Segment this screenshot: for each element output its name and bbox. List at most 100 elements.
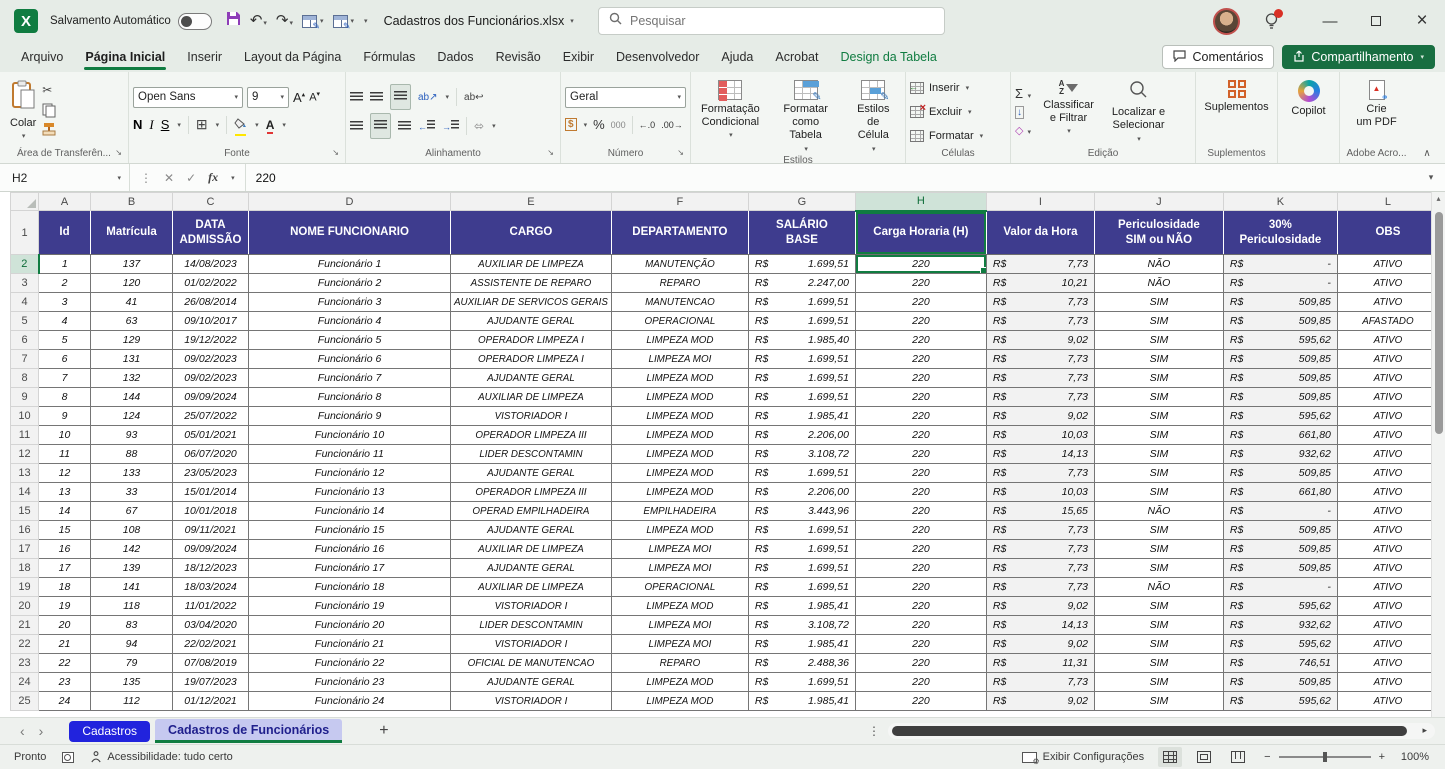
column-header-D[interactable]: D bbox=[249, 193, 451, 211]
cell-I13[interactable]: R$7,73 bbox=[986, 464, 1094, 483]
cell-I4[interactable]: R$7,73 bbox=[986, 293, 1094, 312]
cell-H22[interactable]: 220 bbox=[855, 635, 986, 654]
cell-F4[interactable]: MANUTENCAO bbox=[611, 293, 748, 312]
cell-H20[interactable]: 220 bbox=[855, 597, 986, 616]
row-header-2[interactable]: 2 bbox=[11, 255, 39, 274]
cell-L5[interactable]: AFASTADO bbox=[1337, 312, 1438, 331]
cell-J9[interactable]: SIM bbox=[1094, 388, 1223, 407]
cell-K10[interactable]: R$595,62 bbox=[1223, 407, 1337, 426]
insert-function-button[interactable]: fx bbox=[208, 170, 218, 185]
font-dialog-launcher[interactable]: ↘ bbox=[332, 146, 339, 160]
cell-G17[interactable]: R$1.699,51 bbox=[748, 540, 855, 559]
column-header-C[interactable]: C bbox=[173, 193, 249, 211]
cell-B4[interactable]: 41 bbox=[91, 293, 173, 312]
cell-A4[interactable]: 3 bbox=[39, 293, 91, 312]
cell-E2[interactable]: AUXILIAR DE LIMPEZA bbox=[451, 255, 612, 274]
cell-F5[interactable]: OPERACIONAL bbox=[611, 312, 748, 331]
expand-formula-bar-button[interactable]: ▾ bbox=[1417, 164, 1445, 191]
cell-F21[interactable]: LIMPEZA MOI bbox=[611, 616, 748, 635]
ribbon-tab-revis-o[interactable]: Revisão bbox=[485, 42, 552, 72]
zoom-slider[interactable] bbox=[1279, 756, 1371, 758]
accounting-format-button[interactable]: $ bbox=[565, 118, 577, 131]
cell-G15[interactable]: R$3.443,96 bbox=[748, 502, 855, 521]
cell-F19[interactable]: OPERACIONAL bbox=[611, 578, 748, 597]
cell-I9[interactable]: R$7,73 bbox=[986, 388, 1094, 407]
ribbon-tab-desenvolvedor[interactable]: Desenvolvedor bbox=[605, 42, 710, 72]
cell-J12[interactable]: SIM bbox=[1094, 445, 1223, 464]
cell-B16[interactable]: 108 bbox=[91, 521, 173, 540]
cell-J8[interactable]: SIM bbox=[1094, 369, 1223, 388]
excel-logo-icon[interactable]: X bbox=[14, 9, 38, 33]
redo-button[interactable]: ↷▾ bbox=[276, 12, 293, 30]
cell-I19[interactable]: R$7,73 bbox=[986, 578, 1094, 597]
cell-D5[interactable]: Funcionário 4 bbox=[249, 312, 451, 331]
cell-J17[interactable]: SIM bbox=[1094, 540, 1223, 559]
cell-F22[interactable]: LIMPEZA MOI bbox=[611, 635, 748, 654]
cell-J22[interactable]: SIM bbox=[1094, 635, 1223, 654]
cell-C6[interactable]: 19/12/2022 bbox=[173, 331, 249, 350]
cell-K8[interactable]: R$509,85 bbox=[1223, 369, 1337, 388]
cell-F7[interactable]: LIMPEZA MOI bbox=[611, 350, 748, 369]
cell-E24[interactable]: AJUDANTE GERAL bbox=[451, 673, 612, 692]
cell-C9[interactable]: 09/09/2024 bbox=[173, 388, 249, 407]
table-header-K[interactable]: 30% Periculosidade bbox=[1223, 211, 1337, 255]
cell-E22[interactable]: VISTORIADOR I bbox=[451, 635, 612, 654]
cell-A25[interactable]: 24 bbox=[39, 692, 91, 711]
cell-F18[interactable]: LIMPEZA MOI bbox=[611, 559, 748, 578]
cell-A24[interactable]: 23 bbox=[39, 673, 91, 692]
cell-F12[interactable]: LIMPEZA MOD bbox=[611, 445, 748, 464]
cell-A16[interactable]: 15 bbox=[39, 521, 91, 540]
cell-K18[interactable]: R$509,85 bbox=[1223, 559, 1337, 578]
cell-J21[interactable]: SIM bbox=[1094, 616, 1223, 635]
cell-I21[interactable]: R$14,13 bbox=[986, 616, 1094, 635]
cell-C21[interactable]: 03/04/2020 bbox=[173, 616, 249, 635]
cell-F9[interactable]: LIMPEZA MOD bbox=[611, 388, 748, 407]
cell-K3[interactable]: R$- bbox=[1223, 274, 1337, 293]
lightbulb-icon[interactable] bbox=[1264, 13, 1279, 30]
cell-D23[interactable]: Funcionário 22 bbox=[249, 654, 451, 673]
cell-K17[interactable]: R$509,85 bbox=[1223, 540, 1337, 559]
cell-C15[interactable]: 10/01/2018 bbox=[173, 502, 249, 521]
cell-D2[interactable]: Funcionário 1 bbox=[249, 255, 451, 274]
cell-C18[interactable]: 18/12/2023 bbox=[173, 559, 249, 578]
maximize-button[interactable] bbox=[1353, 0, 1399, 42]
page-break-view-button[interactable] bbox=[1226, 747, 1250, 767]
row-header-23[interactable]: 23 bbox=[11, 654, 39, 673]
cell-E20[interactable]: VISTORIADOR I bbox=[451, 597, 612, 616]
cell-H4[interactable]: 220 bbox=[855, 293, 986, 312]
cell-K14[interactable]: R$661,80 bbox=[1223, 483, 1337, 502]
ribbon-tab-f-rmulas[interactable]: Fórmulas bbox=[352, 42, 426, 72]
row-header-3[interactable]: 3 bbox=[11, 274, 39, 293]
cell-H24[interactable]: 220 bbox=[855, 673, 986, 692]
cell-L21[interactable]: ATIVO bbox=[1337, 616, 1438, 635]
number-format-select[interactable]: Geral▾ bbox=[565, 87, 686, 108]
cell-G3[interactable]: R$2.247,00 bbox=[748, 274, 855, 293]
ribbon-tab-exibir[interactable]: Exibir bbox=[552, 42, 605, 72]
cell-F23[interactable]: REPARO bbox=[611, 654, 748, 673]
cell-A17[interactable]: 16 bbox=[39, 540, 91, 559]
cell-E7[interactable]: OPERADOR LIMPEZA I bbox=[451, 350, 612, 369]
cell-L24[interactable]: ATIVO bbox=[1337, 673, 1438, 692]
cell-J7[interactable]: SIM bbox=[1094, 350, 1223, 369]
cell-C3[interactable]: 01/02/2022 bbox=[173, 274, 249, 293]
align-left-button[interactable] bbox=[350, 121, 363, 131]
cell-I6[interactable]: R$9,02 bbox=[986, 331, 1094, 350]
cell-D4[interactable]: Funcionário 3 bbox=[249, 293, 451, 312]
sheet-more-button[interactable]: ⋮ bbox=[868, 724, 880, 738]
conditional-formatting-button[interactable]: Formatação Condicional▾ bbox=[695, 76, 766, 154]
cell-D8[interactable]: Funcionário 7 bbox=[249, 369, 451, 388]
column-header-B[interactable]: B bbox=[91, 193, 173, 211]
align-bottom-button[interactable] bbox=[390, 84, 411, 110]
cell-B9[interactable]: 144 bbox=[91, 388, 173, 407]
cell-G4[interactable]: R$1.699,51 bbox=[748, 293, 855, 312]
cell-F20[interactable]: LIMPEZA MOD bbox=[611, 597, 748, 616]
cell-C4[interactable]: 26/08/2014 bbox=[173, 293, 249, 312]
table-tool-icon[interactable]: ▾ bbox=[302, 15, 324, 28]
cell-E19[interactable]: AUXILIAR DE LIMPEZA bbox=[451, 578, 612, 597]
cell-F6[interactable]: LIMPEZA MOD bbox=[611, 331, 748, 350]
cell-D17[interactable]: Funcionário 16 bbox=[249, 540, 451, 559]
cell-B14[interactable]: 33 bbox=[91, 483, 173, 502]
merge-center-button[interactable]: ⬄ bbox=[474, 119, 484, 133]
cell-J15[interactable]: NÃO bbox=[1094, 502, 1223, 521]
cell-F16[interactable]: LIMPEZA MOD bbox=[611, 521, 748, 540]
